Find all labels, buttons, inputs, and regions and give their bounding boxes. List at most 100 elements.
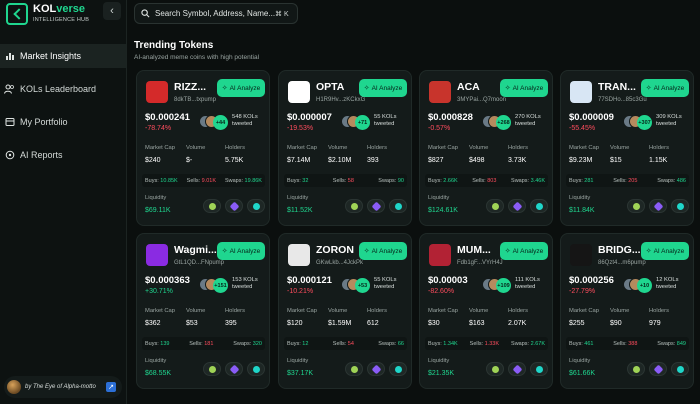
explorer-link-icon[interactable] bbox=[671, 199, 689, 213]
holders-label: Holders bbox=[225, 145, 245, 151]
volume-label: Volume bbox=[469, 145, 489, 151]
ai-analyze-button[interactable]: ✧ AI Analyze bbox=[500, 79, 548, 97]
volume-value: $- bbox=[186, 157, 193, 164]
explorer-link-icon[interactable] bbox=[671, 362, 689, 376]
token-card[interactable]: OPTA H1R9Hv...zKCkxG ✧ AI Analyze $0.0000… bbox=[278, 70, 412, 226]
token-card[interactable]: Wagmi... GtL1QD...FNpump ✧ AI Analyze $0.… bbox=[136, 233, 270, 389]
volume-label: Volume bbox=[328, 308, 348, 314]
token-price: $0.000121 bbox=[287, 275, 332, 286]
pump-link-icon[interactable] bbox=[627, 199, 645, 213]
swaps-stat: Swaps: 90 bbox=[378, 177, 404, 184]
token-image bbox=[288, 244, 310, 266]
sparkle-icon: ✧ bbox=[645, 85, 652, 92]
price-change: -0.57% bbox=[428, 125, 451, 132]
token-card[interactable]: MUM... Fdb1gF...VYrH4J ✧ AI Analyze $0.00… bbox=[419, 233, 553, 389]
token-name: TRAN... bbox=[598, 81, 636, 93]
liquidity-label: Liquidity bbox=[569, 195, 591, 201]
keyboard-shortcut-hint: ⌘ K bbox=[275, 10, 289, 18]
pump-link-icon[interactable] bbox=[203, 199, 221, 213]
market-cap-value: $7.14M bbox=[287, 157, 311, 164]
sidebar-item-market-insights[interactable]: Market Insights bbox=[0, 44, 126, 68]
liquidity-value: $69.11K bbox=[145, 207, 171, 214]
explorer-link-icon[interactable] bbox=[247, 362, 265, 376]
liquidity-value: $124.61K bbox=[428, 207, 458, 214]
pump-link-icon[interactable] bbox=[345, 199, 363, 213]
liquidity-value: $11.84K bbox=[569, 207, 595, 214]
token-address: 77SDHo...85c3Gu bbox=[598, 97, 647, 103]
pump-link-icon[interactable] bbox=[203, 362, 221, 376]
sparkle-icon: ✧ bbox=[504, 248, 511, 255]
ai-analyze-button[interactable]: ✧ AI Analyze bbox=[641, 79, 689, 97]
ai-analyze-button[interactable]: ✧ AI Analyze bbox=[217, 242, 265, 260]
price-change: -10.21% bbox=[287, 288, 314, 295]
ai-analyze-label: AI Analyze bbox=[371, 84, 403, 92]
volume-label: Volume bbox=[610, 308, 630, 314]
market-cap-label: Market Cap bbox=[145, 145, 175, 151]
pump-link-icon[interactable] bbox=[345, 362, 363, 376]
token-card[interactable]: BRIDG... 86Qzt4...m6pump ✧ AI Analyze $0.… bbox=[560, 233, 694, 389]
token-card[interactable]: ACA 3MYPai...Q7moon ✧ AI Analyze $0.00082… bbox=[419, 70, 553, 226]
token-name: Wagmi... bbox=[174, 244, 217, 256]
token-card[interactable]: TRAN... 77SDHo...85c3Gu ✧ AI Analyze $0.0… bbox=[560, 70, 694, 226]
ai-analyze-label: AI Analyze bbox=[512, 247, 544, 255]
token-address: 86Qzt4...m6pump bbox=[598, 260, 646, 266]
token-address: GtL1QD...FNpump bbox=[174, 260, 225, 266]
swaps-stat: Swaps: 320 bbox=[233, 340, 262, 347]
price-change: -55.45% bbox=[569, 125, 596, 132]
sidebar: KOLverse INTELLIGENCE HUB ‹ Market Insig… bbox=[0, 0, 127, 404]
holders-label: Holders bbox=[649, 308, 669, 314]
liquidity-value: $21.35K bbox=[428, 370, 455, 377]
token-card[interactable]: RIZZ... 8dkTB...txpump ✧ AI Analyze $0.00… bbox=[136, 70, 270, 226]
brand-subtitle: INTELLIGENCE HUB bbox=[33, 17, 90, 24]
wallet-icon[interactable]: ↗ bbox=[106, 382, 116, 392]
pump-link-icon[interactable] bbox=[627, 362, 645, 376]
ai-analyze-button[interactable]: ✧ AI Analyze bbox=[500, 242, 548, 260]
ai-analyze-button[interactable]: ✧ AI Analyze bbox=[359, 79, 407, 97]
token-address: GKwLkb...4JckPk bbox=[316, 260, 364, 266]
liquidity-label: Liquidity bbox=[287, 195, 309, 201]
sells-stat: Sells: 388 bbox=[613, 340, 638, 347]
search-bar: ⌘ K bbox=[134, 3, 298, 24]
solana-link-icon[interactable] bbox=[225, 362, 243, 376]
solana-link-icon[interactable] bbox=[367, 199, 385, 213]
ai-analyze-button[interactable]: ✧ AI Analyze bbox=[217, 79, 265, 97]
market-cap-value: $827 bbox=[428, 157, 444, 164]
explorer-link-icon[interactable] bbox=[530, 362, 548, 376]
solana-link-icon[interactable] bbox=[508, 362, 526, 376]
explorer-link-icon[interactable] bbox=[389, 362, 407, 376]
solana-link-icon[interactable] bbox=[508, 199, 526, 213]
sidebar-item-ai-reports[interactable]: AI Reports bbox=[0, 143, 126, 167]
sidebar-item-label: KOLs Leaderboard bbox=[20, 84, 97, 94]
token-card[interactable]: ZORON GKwLkb...4JckPk ✧ AI Analyze $0.000… bbox=[278, 233, 412, 389]
solana-link-icon[interactable] bbox=[649, 199, 667, 213]
solana-link-icon[interactable] bbox=[225, 199, 243, 213]
sells-stat: Sells: 205 bbox=[613, 177, 638, 184]
market-cap-label: Market Cap bbox=[287, 308, 317, 314]
solana-link-icon[interactable] bbox=[649, 362, 667, 376]
brand-logo[interactable]: KOLverse INTELLIGENCE HUB bbox=[6, 3, 89, 25]
collapse-sidebar-button[interactable]: ‹ bbox=[103, 2, 121, 20]
sidebar-item-kols-leaderboard[interactable]: KOLs Leaderboard bbox=[0, 77, 126, 101]
explorer-link-icon[interactable] bbox=[247, 199, 265, 213]
kol-count-badge: +151 bbox=[213, 278, 228, 293]
user-profile-chip[interactable]: by The Eye of Alpha-motto ↗ bbox=[4, 376, 122, 398]
pump-link-icon[interactable] bbox=[486, 362, 504, 376]
solana-link-icon[interactable] bbox=[367, 362, 385, 376]
volume-value: $163 bbox=[469, 320, 485, 327]
explorer-link-icon[interactable] bbox=[530, 199, 548, 213]
kols-tweeted: 309 KOLs tweeted bbox=[656, 114, 682, 128]
ai-analyze-button[interactable]: ✧ AI Analyze bbox=[359, 242, 407, 260]
pump-link-icon[interactable] bbox=[486, 199, 504, 213]
liquidity-value: $68.55K bbox=[145, 370, 172, 377]
liquidity-label: Liquidity bbox=[287, 358, 309, 364]
buys-stat: Buys: 12 bbox=[287, 340, 309, 347]
volume-label: Volume bbox=[186, 308, 206, 314]
ai-analyze-button[interactable]: ✧ AI Analyze bbox=[641, 242, 689, 260]
holders-value: 612 bbox=[367, 320, 379, 327]
swaps-stat: Swaps: 3.46K bbox=[511, 177, 545, 184]
explorer-link-icon[interactable] bbox=[389, 199, 407, 213]
search-input[interactable] bbox=[155, 9, 275, 18]
sparkle-icon: ✧ bbox=[363, 248, 370, 255]
holders-label: Holders bbox=[508, 145, 528, 151]
sidebar-item-my-portfolio[interactable]: My Portfolio bbox=[0, 110, 126, 134]
